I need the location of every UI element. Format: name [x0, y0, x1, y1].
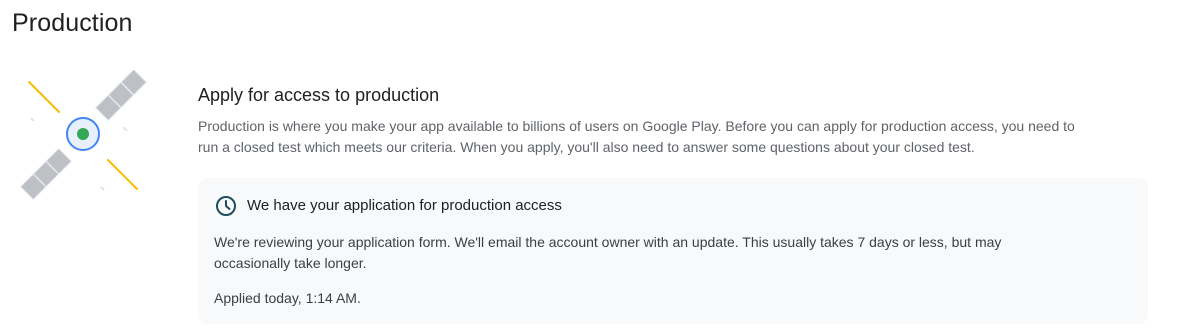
- clock-icon: [214, 194, 238, 218]
- status-message: We're reviewing your application form. W…: [214, 234, 1002, 271]
- section-description: Production is where you make your app av…: [198, 118, 1075, 155]
- status-header: We have your application for production …: [214, 194, 562, 218]
- satellite-illustration: [16, 68, 152, 202]
- page-title: Production: [12, 9, 133, 37]
- application-status-card: We have your application for production …: [198, 178, 1148, 324]
- production-access-section: Apply for access to production Productio…: [198, 82, 1150, 158]
- section-heading: Apply for access to production: [198, 85, 440, 105]
- status-title: We have your application for production …: [247, 197, 562, 214]
- applied-timestamp: Applied today, 1:14 AM.: [214, 290, 361, 306]
